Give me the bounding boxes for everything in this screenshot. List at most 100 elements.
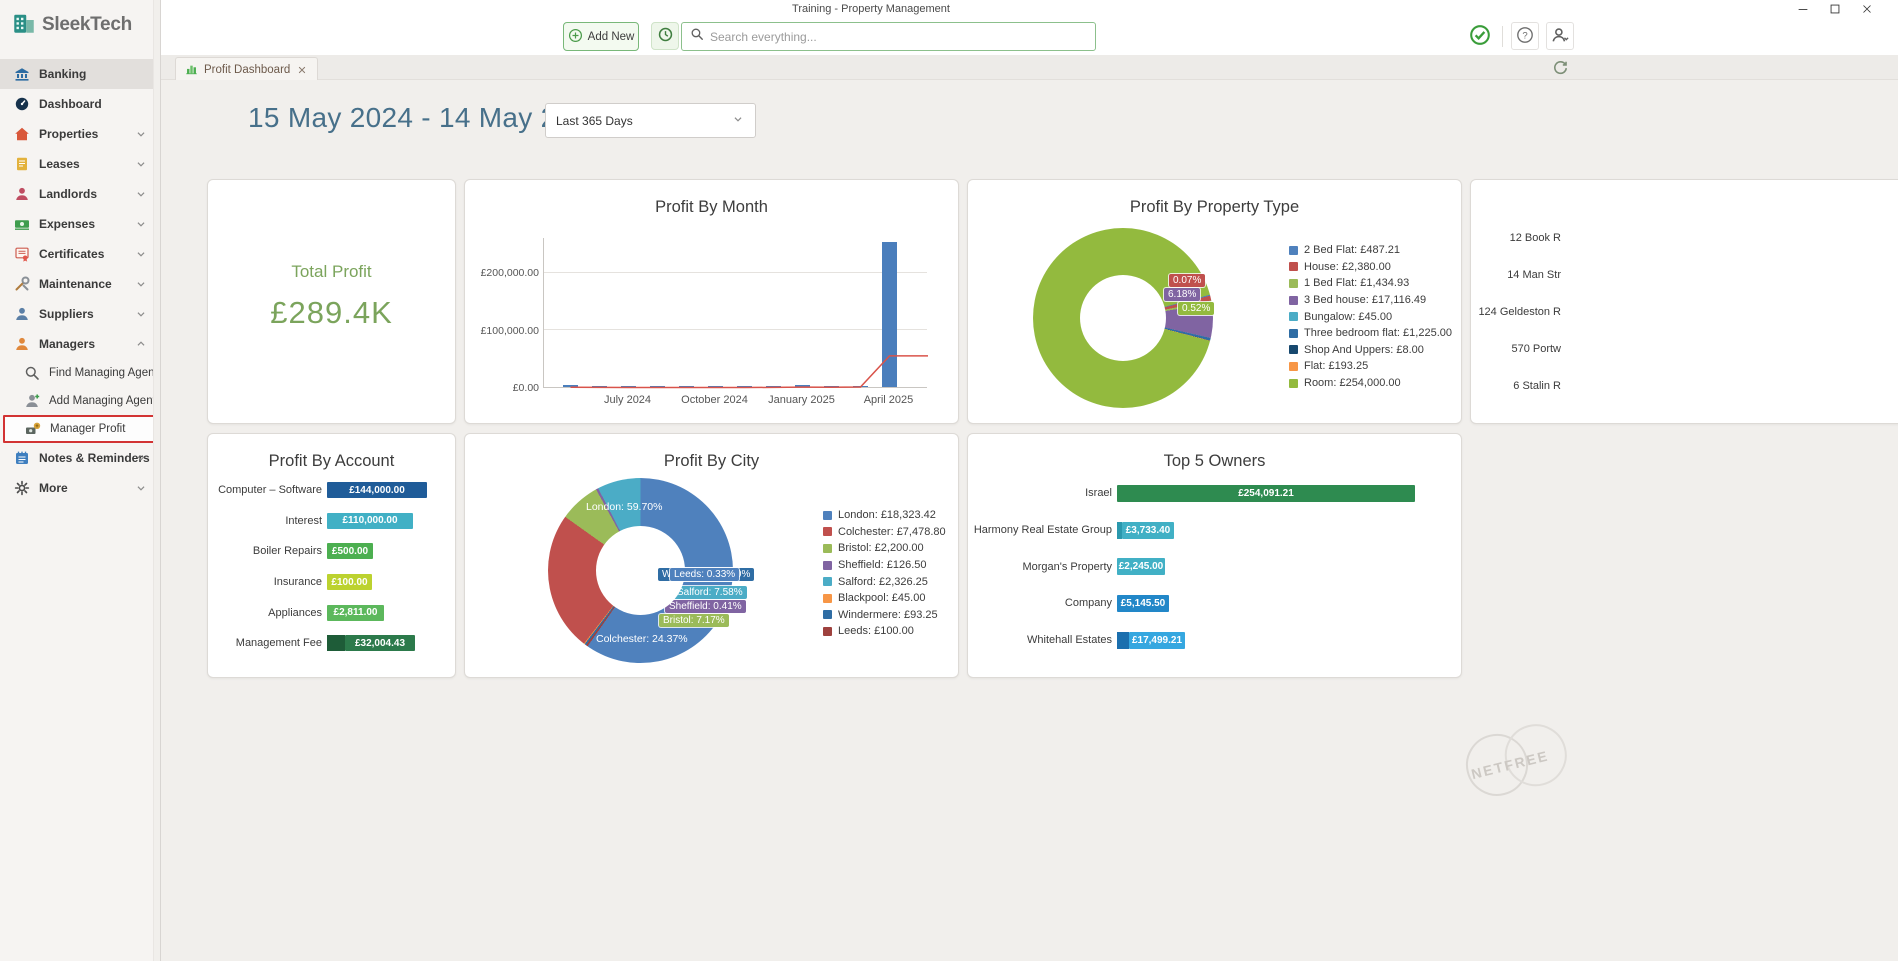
add-new-button[interactable]: Add New	[563, 22, 639, 51]
tab-close-icon[interactable]	[296, 64, 308, 76]
legend-swatch	[1289, 262, 1298, 272]
owner-bars: Israel £254,091.21 Harmony Real Estate Gro…	[968, 475, 1455, 658]
bar-label: 124 Geldeston R	[1478, 306, 1561, 319]
donut-slice-label: Colchester: 24.37%	[596, 633, 688, 645]
bar-label: 14 Man Str	[1507, 269, 1561, 282]
watermark-circle	[1459, 727, 1535, 803]
donut-callout-label: 6.18%	[1164, 288, 1201, 301]
legend-label: House: £2,380.00	[1304, 260, 1391, 273]
donut-slice-label: London: 59.70%	[586, 501, 663, 513]
legend-label: Shop And Uppers: £8.00	[1304, 343, 1424, 356]
legend-label: Three bedroom flat: £1,225.00	[1304, 327, 1452, 340]
watermark-text: NETFREE	[1469, 747, 1551, 783]
netfree-watermark: NETFREE	[1448, 706, 1594, 819]
legend-label: Bungalow: £45.00	[1304, 310, 1393, 323]
tab-profit-dashboard[interactable]: Profit Dashboard	[175, 57, 319, 81]
chart-title: Top 5 Owners	[1163, 452, 1266, 470]
legend-item: Shop And Uppers: £8.00	[1289, 342, 1452, 359]
donut-callout-label: 0.07%	[1169, 274, 1206, 287]
bar-value: £110,000.00	[327, 512, 413, 529]
donut-callout-label: Salford: 7.58%	[673, 586, 747, 599]
legend-item: Three bedroom flat: £1,225.00	[1289, 325, 1452, 342]
bar-label: Insurance	[273, 576, 322, 589]
bar-value: £5,145.50	[1117, 594, 1169, 612]
sidebar-item-label: Properties	[39, 127, 99, 141]
profit-by-account-card: Profit By Account Computer – Software £14…	[207, 433, 456, 678]
refresh-icon[interactable]	[1552, 59, 1569, 76]
history-clock-icon	[657, 26, 674, 46]
sidebar-item-label: Find Managing Agent	[49, 367, 158, 379]
chevron-down-icon	[134, 157, 148, 174]
legend-label: Leeds: £100.00	[838, 625, 914, 638]
bar-row: Harmony Real Estate Group £3,733.40	[968, 512, 1455, 549]
sidebar-item-label: Expenses	[39, 217, 96, 231]
sidebar-item-manager-profit[interactable]: Manager Profit	[3, 415, 157, 443]
titlebar: Training - Property Management	[161, 0, 1898, 18]
dashboard-content: 15 May 2024 - 14 May 2025 Last 365 Days …	[161, 80, 1898, 961]
sidebar-item-label: Banking	[39, 67, 87, 81]
sidebar-item-leases[interactable]: Leases	[0, 149, 160, 179]
x-axis-label: October 2024	[681, 394, 748, 406]
close-icon[interactable]	[1860, 2, 1874, 16]
sidebar-item-expenses[interactable]: Expenses	[0, 209, 160, 239]
bar-row: 14 Man Str	[1471, 257, 1566, 294]
sidebar-item-suppliers[interactable]: Suppliers	[0, 299, 160, 329]
toolbar-divider	[1502, 26, 1503, 47]
validate-button[interactable]	[1466, 22, 1494, 50]
search-box	[681, 22, 1096, 51]
legend-label: London: £18,323.42	[838, 509, 936, 522]
certificate-icon	[14, 246, 30, 262]
maximize-icon[interactable]	[1828, 2, 1842, 16]
bar-label: Appliances	[268, 606, 322, 619]
bar-row: Management Fee £32,004.43	[208, 628, 449, 659]
total-profit-card: Total Profit £289.4K	[207, 179, 456, 424]
bar-row: Israel £254,091.21	[968, 475, 1455, 512]
more-icon	[14, 480, 30, 496]
svg-text:?: ?	[1522, 30, 1527, 41]
city-legend: London: £18,323.42 Colchester: £7,478.80 B…	[823, 507, 946, 640]
sidebar-item-landlords[interactable]: Landlords	[0, 179, 160, 209]
help-icon: ?	[1516, 26, 1534, 47]
y-axis-label: £0.00	[512, 382, 539, 394]
logo-building-icon	[12, 11, 36, 40]
y-axis-label: £200,000.00	[480, 267, 539, 280]
bar-label: 570 Portw	[1511, 343, 1561, 356]
period-filter-dropdown[interactable]: Last 365 Days	[545, 103, 756, 138]
bar: £254,091.21	[1117, 484, 1415, 502]
minimize-icon[interactable]	[1796, 2, 1810, 16]
trend-line	[570, 355, 928, 389]
bar-value: £2,811.00	[327, 604, 384, 621]
legend-swatch	[1289, 328, 1298, 338]
bar-row: Morgan's Property £2,245.00	[968, 548, 1455, 585]
bar: £2,811.00	[327, 604, 384, 621]
bar: £110,000.00	[327, 512, 413, 529]
sidebar-item-add-managing-agent[interactable]: Add Managing Agent	[0, 387, 160, 415]
x-axis-label: July 2024	[603, 394, 652, 406]
sidebar: SleekTech Banking Dashboard Properties Leas…	[0, 0, 161, 961]
sidebar-item-certificates[interactable]: Certificates	[0, 239, 160, 269]
help-button[interactable]: ?	[1511, 22, 1539, 50]
sidebar-item-more[interactable]: More	[0, 473, 160, 503]
sidebar-item-label: Maintenance	[39, 277, 112, 291]
bar-label: 6 Stalin R	[1513, 380, 1561, 392]
bar-lead-segment	[1117, 631, 1129, 649]
user-menu-button[interactable]	[1546, 22, 1574, 50]
search-input[interactable]	[710, 29, 1087, 44]
sidebar-item-banking[interactable]: Banking	[0, 59, 160, 89]
window-controls	[1796, 2, 1874, 16]
sidebar-item-dashboard[interactable]: Dashboard	[0, 89, 160, 119]
bar-lead-segment	[327, 635, 345, 652]
month-bar-chart	[543, 238, 928, 389]
profit-by-property-type-card: Profit By Property Type 91.73% 0.07% 6.18…	[967, 179, 1462, 424]
sidebar-item-properties[interactable]: Properties	[0, 119, 160, 149]
bar-value: £254,091.21	[1117, 484, 1415, 502]
sidebar-item-find-managing-agent[interactable]: Find Managing Agent	[0, 359, 160, 387]
legend-label: Windermere: £93.25	[838, 608, 938, 621]
legend-label: Flat: £193.25	[1304, 360, 1369, 373]
history-button[interactable]	[651, 22, 679, 50]
sidebar-item-notes-reminders[interactable]: Notes & Reminders	[0, 443, 160, 473]
bar-row: 6 Stalin R	[1471, 368, 1566, 405]
legend-swatch	[1289, 295, 1298, 305]
sidebar-item-maintenance[interactable]: Maintenance	[0, 269, 160, 299]
sidebar-item-managers[interactable]: Managers	[0, 329, 160, 359]
